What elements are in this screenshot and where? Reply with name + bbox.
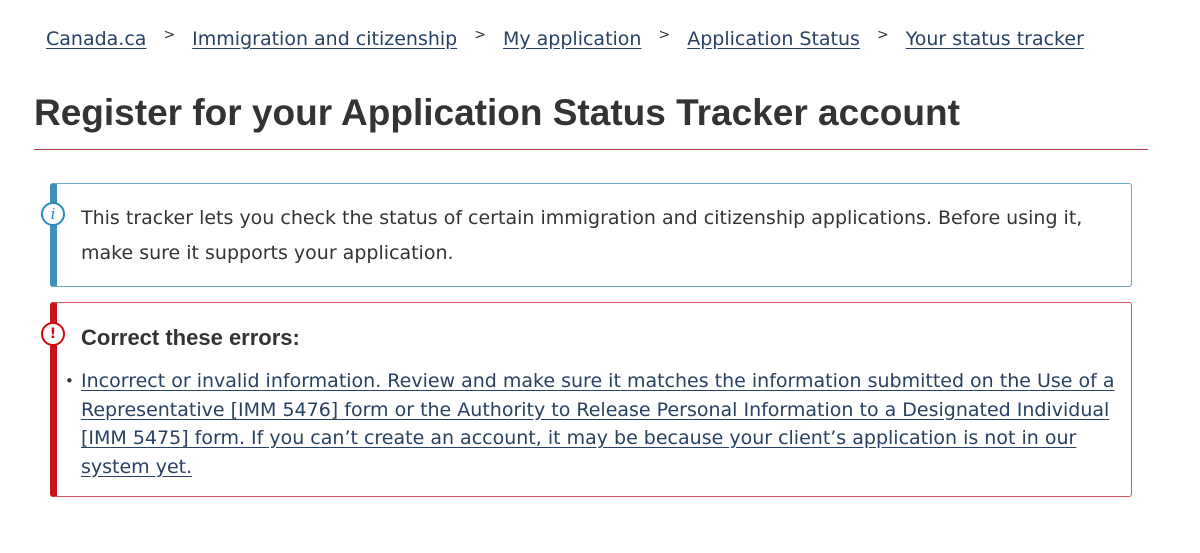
title-divider xyxy=(34,149,1148,150)
breadcrumb-link-application-status[interactable]: Application Status xyxy=(687,24,860,54)
error-link-invalid-information[interactable]: Incorrect or invalid information. Review… xyxy=(81,370,1115,478)
info-icon: i xyxy=(41,202,65,226)
breadcrumb-link-canada[interactable]: Canada.ca xyxy=(46,24,146,54)
breadcrumb-separator: > xyxy=(474,27,486,43)
error-alert-heading: Correct these errors: xyxy=(81,325,300,350)
error-alert: ! Correct these errors: • Incorrect or i… xyxy=(41,302,1132,497)
page-title: Register for your Application Status Tra… xyxy=(34,92,960,133)
breadcrumb-link-status-tracker[interactable]: Your status tracker xyxy=(906,24,1084,54)
info-alert-text: This tracker lets you check the status o… xyxy=(81,207,1083,264)
breadcrumb-separator: > xyxy=(163,27,176,43)
breadcrumb-link-immigration[interactable]: Immigration and citizenship xyxy=(192,24,457,54)
bullet-icon: • xyxy=(65,372,74,390)
breadcrumb-separator: > xyxy=(876,27,889,43)
breadcrumb-link-my-application[interactable]: My application xyxy=(503,24,641,54)
breadcrumb-separator: > xyxy=(658,27,671,43)
error-list-item: • Incorrect or invalid information. Revi… xyxy=(65,367,1121,481)
exclamation-icon: ! xyxy=(41,322,65,346)
info-alert: i This tracker lets you check the status… xyxy=(41,183,1132,287)
breadcrumb: Canada.ca > Immigration and citizenship … xyxy=(46,24,1084,54)
error-list: • Incorrect or invalid information. Revi… xyxy=(65,367,1121,481)
